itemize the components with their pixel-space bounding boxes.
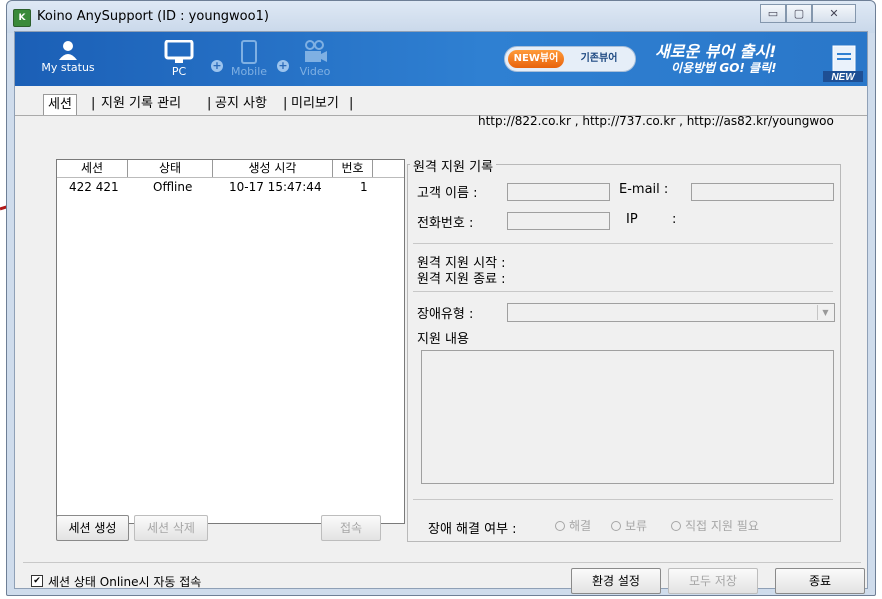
divider: [413, 291, 833, 292]
app-icon: K: [13, 9, 31, 27]
tab-separator: |: [91, 96, 96, 111]
monitor-icon: [164, 40, 194, 63]
nav-mobile[interactable]: Mobile: [221, 32, 277, 86]
fault-type-select[interactable]: ▼: [507, 303, 835, 322]
old-viewer-button[interactable]: 기존뷰어: [569, 50, 629, 68]
new-viewer-button[interactable]: NEW뷰어: [508, 50, 564, 68]
video-camera-icon: [305, 40, 327, 62]
auto-connect-label: 세션 상태 Online시 자동 접속: [48, 575, 202, 589]
session-list[interactable]: 세션 상태 생성 시각 번호 422 421 Offline 10-17 15:…: [56, 159, 405, 524]
resolved-label: 장애 해결 여부 :: [428, 522, 517, 537]
nav-label: Video: [299, 65, 331, 78]
email-label: E-mail :: [619, 182, 669, 197]
customer-name-label: 고객 이름 :: [417, 186, 478, 201]
ip-label: IP: [626, 212, 638, 227]
column-header-session[interactable]: 세션: [57, 160, 128, 177]
radio-label: 보류: [625, 519, 648, 533]
delete-session-button[interactable]: 세션 삭제: [134, 515, 208, 541]
app-window: K Koino AnySupport (ID : youngwoo1) ▭ ▢ …: [6, 0, 876, 596]
create-session-button[interactable]: 세션 생성: [56, 515, 129, 541]
title-bar[interactable]: K Koino AnySupport (ID : youngwoo1) ▭ ▢ …: [7, 1, 875, 33]
nav-pc[interactable]: PC: [151, 32, 207, 86]
minimize-button[interactable]: ▭: [760, 4, 786, 23]
table-row[interactable]: 422 421 Offline 10-17 15:47:44 1: [57, 178, 404, 196]
tab-preview[interactable]: 미리보기: [287, 94, 343, 114]
cell-created: 10-17 15:47:44: [229, 180, 322, 194]
radio-resolved[interactable]: 해결: [555, 517, 591, 534]
ip-colon: :: [672, 212, 677, 227]
settings-button[interactable]: 환경 설정: [571, 568, 661, 594]
column-header-created[interactable]: 생성 시각: [213, 160, 333, 177]
radio-icon: [555, 521, 565, 531]
close-button[interactable]: ✕: [812, 4, 856, 23]
cell-number: 1: [360, 180, 368, 194]
exit-button[interactable]: 종료: [775, 568, 865, 594]
radio-label: 해결: [569, 519, 592, 533]
person-icon: [59, 41, 77, 60]
phone-field[interactable]: [507, 212, 610, 230]
tab-support-records[interactable]: 지원 기록 관리: [97, 94, 185, 114]
connect-button[interactable]: 접속: [321, 515, 381, 541]
phone-label: 전화번호 :: [417, 216, 474, 231]
column-header-number[interactable]: 번호: [333, 160, 373, 177]
tab-notices[interactable]: 공지 사항: [211, 94, 271, 114]
phone-icon: [241, 40, 257, 64]
nav-label: My status: [41, 61, 95, 74]
support-urls: http://822.co.kr , http://737.co.kr , ht…: [478, 114, 834, 128]
chevron-down-icon[interactable]: ▼: [817, 305, 833, 320]
nav-my-status[interactable]: My status: [33, 32, 103, 86]
radio-icon: [671, 521, 681, 531]
divider: [413, 243, 833, 244]
cell-session: 422 421: [69, 180, 119, 194]
new-badge-icon: NEW: [823, 45, 863, 82]
email-field[interactable]: [691, 183, 834, 201]
column-header-status[interactable]: 상태: [128, 160, 213, 177]
viewer-toggle: NEW뷰어 기존뷰어: [504, 46, 636, 72]
customer-name-field[interactable]: [507, 183, 610, 201]
top-banner: My status PC + Mobile + Video NEW뷰어 기존뷰어…: [15, 32, 867, 86]
promo-subline[interactable]: 이용방법 GO! 클릭!: [671, 59, 777, 76]
tab-session[interactable]: 세션: [43, 94, 77, 115]
window-title: Koino AnySupport (ID : youngwoo1): [37, 9, 269, 24]
radio-label: 직접 지원 필요: [685, 519, 759, 533]
nav-label: Mobile: [230, 65, 268, 78]
nav-label: PC: [171, 65, 187, 78]
footer-divider: [23, 562, 861, 563]
nav-video[interactable]: Video: [287, 32, 343, 86]
divider: [413, 499, 833, 500]
support-content-label: 지원 내용: [417, 332, 469, 347]
radio-direct-support[interactable]: 직접 지원 필요: [671, 517, 759, 534]
auto-connect-checkbox[interactable]: ✔: [31, 575, 43, 587]
fault-type-label: 장애유형 :: [417, 307, 474, 322]
cell-status: Offline: [153, 180, 193, 194]
maximize-button[interactable]: ▢: [786, 4, 812, 23]
client-area: My status PC + Mobile + Video NEW뷰어 기존뷰어…: [14, 31, 868, 594]
tab-separator: |: [349, 96, 354, 111]
support-content-textarea[interactable]: [421, 350, 834, 484]
new-badge-text: NEW: [831, 72, 856, 82]
radio-pending[interactable]: 보류: [611, 517, 647, 534]
support-record-title: 원격 지원 기록: [410, 156, 497, 175]
end-time-label: 원격 지원 종료 :: [417, 272, 506, 287]
save-all-button[interactable]: 모두 저장: [668, 568, 758, 594]
radio-icon: [611, 521, 621, 531]
